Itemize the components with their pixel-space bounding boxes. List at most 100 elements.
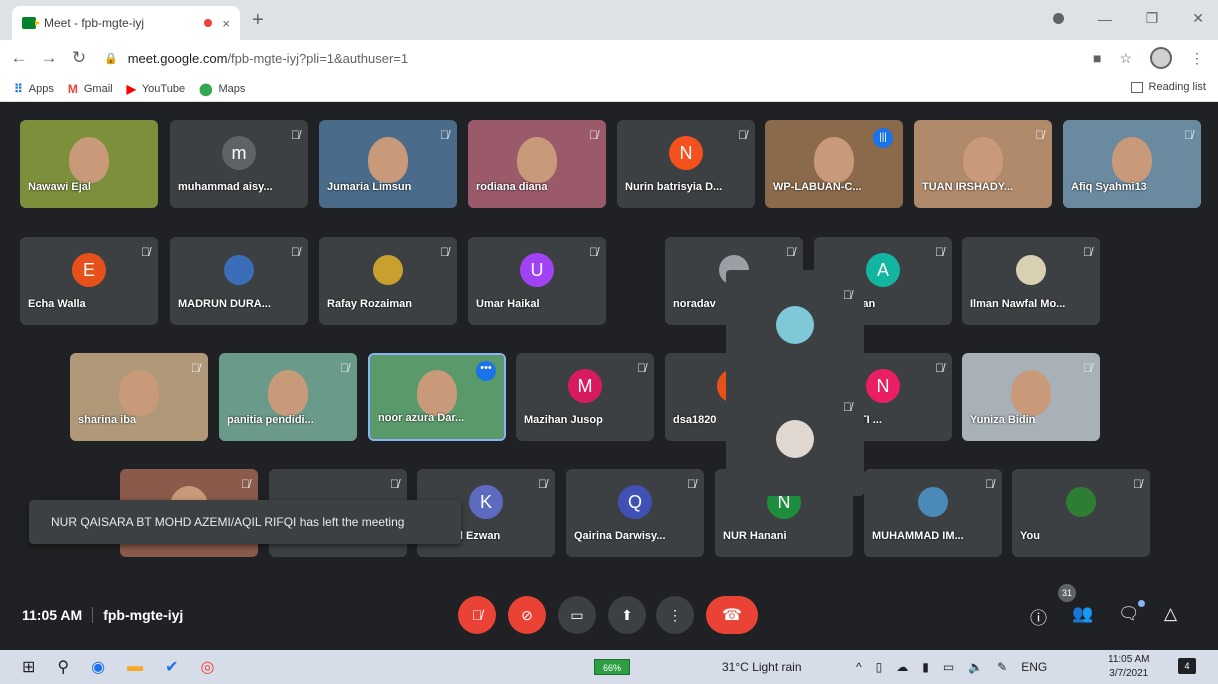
- participant-face: [69, 136, 109, 183]
- participant-tile[interactable]: ••• noor azura Dar...: [368, 353, 506, 441]
- close-window-button[interactable]: ✕: [1192, 10, 1204, 27]
- participant-tile[interactable]: Nawawi Ejal: [20, 120, 158, 208]
- system-clock[interactable]: 11:05 AM 3/7/2021: [1108, 653, 1150, 681]
- edge-icon[interactable]: ◉: [91, 657, 105, 677]
- maps-pin-icon: ⬤: [199, 81, 213, 96]
- participant-tile[interactable]: 🎙̸ Afiq Syahmi13: [1063, 120, 1201, 208]
- participant-tile[interactable]: 🎙̸ MADRUN DURA...: [170, 237, 308, 325]
- notification-center-button[interactable]: 4: [1178, 658, 1196, 674]
- reading-list-button[interactable]: Reading list: [1130, 81, 1206, 93]
- chrome-icon[interactable]: ◎: [201, 657, 215, 677]
- more-options-button[interactable]: ⋮: [656, 596, 694, 634]
- participant-name: Mazihan Jusop: [524, 414, 603, 426]
- activities-button[interactable]: △: [1164, 604, 1177, 624]
- participant-tile[interactable]: m 🎙̸ muhammad aisy...: [170, 120, 308, 208]
- file-explorer-icon[interactable]: ▬: [127, 658, 143, 676]
- mic-off-icon: 🎙̸: [141, 245, 150, 259]
- participant-tile[interactable]: Q 🎙̸ Qairina Darwisy...: [566, 469, 704, 557]
- bookmark-maps[interactable]: ⬤ Maps: [199, 82, 245, 96]
- tablet-icon[interactable]: ▯: [876, 660, 883, 674]
- people-button[interactable]: 👥: [1072, 604, 1093, 624]
- mic-off-icon: 🎙̸: [738, 128, 747, 142]
- maximize-button[interactable]: ❐: [1146, 10, 1159, 27]
- people-icon: 👥: [1072, 604, 1094, 623]
- bookmark-youtube[interactable]: ▶ YouTube: [127, 82, 185, 96]
- participant-name: Qairina Darwisy...: [574, 530, 666, 542]
- mic-off-icon: 🎙̸: [843, 288, 852, 302]
- participant-face: [119, 369, 159, 416]
- chat-unread-dot: [1138, 600, 1145, 607]
- participant-initial-avatar: N: [866, 369, 900, 404]
- browser-tab-meet[interactable]: Meet - fpb-mgte-iyj ×: [12, 6, 240, 40]
- participant-name: NUR Hanani: [723, 530, 787, 542]
- battery-icon[interactable]: ▭: [943, 660, 954, 674]
- participant-tile[interactable]: 🎙̸ rodiana diana: [468, 120, 606, 208]
- participant-tile[interactable]: 🎙̸ MUHAMMAD IM...: [864, 469, 1002, 557]
- reload-icon[interactable]: ↻: [68, 48, 90, 68]
- participant-name: rodiana diana: [476, 181, 548, 193]
- meet-favicon-icon: [22, 17, 40, 29]
- participant-tile[interactable]: 🎙̸ sharina iba: [70, 353, 208, 441]
- participant-initial-avatar: N: [669, 136, 703, 171]
- participant-tile[interactable]: 🎙̸ panitia pendidi...: [219, 353, 357, 441]
- participant-tile[interactable]: 🎙̸ TUAN IRSHADY...: [914, 120, 1052, 208]
- forward-arrow-icon[interactable]: →: [38, 48, 60, 68]
- participant-tile[interactable]: 🎙̸ Rafay Rozaiman: [319, 237, 457, 325]
- bookmark-star-icon[interactable]: ☆: [1119, 50, 1132, 67]
- profile-avatar[interactable]: [1150, 47, 1172, 69]
- url-host: meet.google.com: [127, 50, 228, 66]
- participant-tile[interactable]: 🎙̸ Jumaria Limsun: [319, 120, 457, 208]
- camera-indicator-icon[interactable]: ■: [1093, 50, 1101, 66]
- language-indicator[interactable]: ENG: [1021, 660, 1047, 674]
- participant-tile[interactable]: 🎙̸ You: [1012, 469, 1150, 557]
- participant-tile[interactable]: 🎙̸ Ilman Nawfal Mo...: [962, 237, 1100, 325]
- chat-button[interactable]: 🗨: [1118, 604, 1140, 624]
- participant-tile[interactable]: N 🎙̸ Nurin batrisyia D...: [617, 120, 755, 208]
- participant-tile[interactable]: M 🎙̸ Mazihan Jusop: [516, 353, 654, 441]
- weather-widget[interactable]: 31°C Light rain: [722, 660, 802, 674]
- mic-off-icon: 🎙̸: [935, 245, 944, 259]
- participant-name: Rafay Rozaiman: [327, 298, 412, 310]
- present-screen-button[interactable]: ⬆: [608, 596, 646, 634]
- participant-face: [417, 369, 457, 416]
- participant-initial-avatar: E: [72, 253, 106, 288]
- mic-toggle-button[interactable]: 🎙̸: [458, 596, 496, 634]
- search-icon[interactable]: ⚲: [57, 657, 69, 677]
- browser-menu-icon[interactable]: ⋮: [1190, 50, 1204, 67]
- participant-tile[interactable]: ||| WP-LABUAN-C...: [765, 120, 903, 208]
- participant-video: [1063, 120, 1201, 208]
- bookmark-gmail[interactable]: M Gmail: [68, 82, 113, 96]
- speaker-icon[interactable]: 🔈: [968, 660, 983, 674]
- participant-tile[interactable]: E 🎙̸ Echa Walla: [20, 237, 158, 325]
- usb-icon[interactable]: ▮: [922, 660, 929, 674]
- mail-check-icon[interactable]: ✔: [165, 657, 178, 677]
- mic-off-icon: 🎙̸: [538, 477, 547, 491]
- pen-icon[interactable]: ✎: [997, 660, 1007, 674]
- leave-call-button[interactable]: ☎: [706, 596, 758, 634]
- new-tab-button[interactable]: +: [252, 9, 264, 32]
- clock-time: 11:05 AM: [1108, 654, 1150, 665]
- meeting-info-button[interactable]: ⓘ: [1030, 604, 1047, 629]
- captions-button[interactable]: ▭: [558, 596, 596, 634]
- system-tray: ^ ▯ ☁ ▮ ▭ 🔈 ✎ ENG: [856, 660, 1047, 674]
- participant-tile[interactable]: 🎙̸ Yuniza Bidin: [962, 353, 1100, 441]
- chevron-up-icon[interactable]: ^: [856, 660, 862, 674]
- address-bar[interactable]: 🔒 meet.google.com/fpb-mgte-iyj?pli=1&aut…: [104, 45, 1093, 71]
- participant-video: [319, 120, 457, 208]
- participant-tile[interactable]: U 🎙̸ Umar Haikal: [468, 237, 606, 325]
- participant-name: MADRUN DURA...: [178, 298, 271, 310]
- minimize-button[interactable]: —: [1098, 11, 1112, 27]
- windows-taskbar: ⊞ ⚲ ◉ ▬ ✔ ◎ 66% 31°C Light rain ^ ▯ ☁ ▮ …: [0, 650, 1218, 684]
- tab-close-icon[interactable]: ×: [222, 16, 230, 31]
- cloud-icon[interactable]: ☁: [896, 660, 908, 674]
- mic-off-icon: 🎙̸: [471, 607, 483, 623]
- back-arrow-icon[interactable]: ←: [8, 48, 30, 68]
- mic-off-icon: 🎙̸: [935, 361, 944, 375]
- camera-toggle-button[interactable]: ⊘: [508, 596, 546, 634]
- windows-start-icon[interactable]: ⊞: [22, 657, 35, 677]
- meeting-details: 11:05 AM fpb-mgte-iyj: [22, 607, 183, 623]
- bookmark-apps[interactable]: ⠿ Apps: [14, 82, 54, 96]
- tile-options-button[interactable]: •••: [476, 361, 496, 381]
- mic-off-icon: 🎙̸: [786, 245, 795, 259]
- mic-off-icon: 🎙̸: [241, 477, 250, 491]
